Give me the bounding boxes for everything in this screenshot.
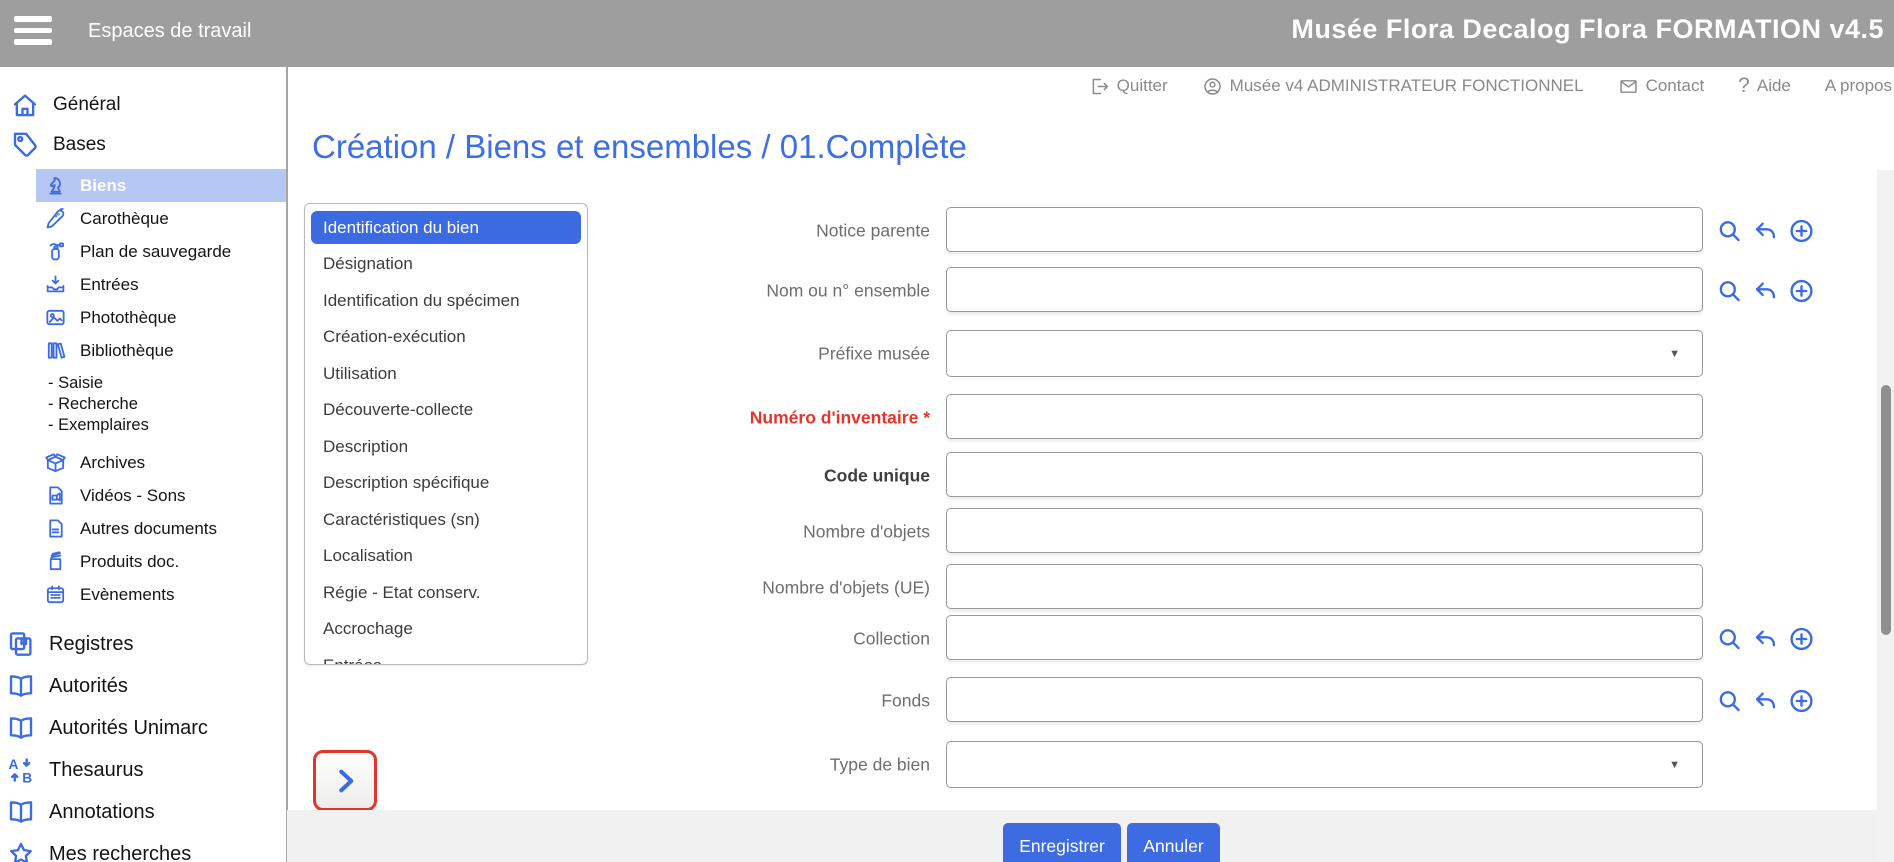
form-row: Type de bien ▼ bbox=[0, 741, 1894, 788]
workspace-label[interactable]: Espaces de travail bbox=[88, 20, 251, 43]
nombre-objets-ue-input[interactable] bbox=[946, 564, 1703, 609]
app-title: Musée Flora Decalog Flora FORMATION v4.5 bbox=[1291, 14, 1884, 45]
add-circle-icon[interactable] bbox=[1788, 687, 1815, 714]
undo-icon[interactable] bbox=[1752, 217, 1779, 244]
prefixe-musee-select[interactable]: ▼ bbox=[946, 330, 1703, 377]
app-window: AB Espaces de travail Musée Flora Decalo… bbox=[0, 0, 1894, 862]
page-title: Création / Biens et ensembles / 01.Compl… bbox=[312, 128, 967, 166]
form-row: Fonds bbox=[0, 677, 1894, 724]
code-unique-input[interactable] bbox=[946, 452, 1703, 497]
sidebar-item-mes-recherches[interactable]: Mes recherches bbox=[0, 833, 286, 862]
field-label: Notice parente bbox=[816, 220, 930, 241]
field-label: Type de bien bbox=[830, 754, 930, 775]
field-actions bbox=[1716, 217, 1815, 244]
undo-icon[interactable] bbox=[1752, 687, 1779, 714]
tag-icon bbox=[10, 130, 40, 160]
add-circle-icon[interactable] bbox=[1788, 625, 1815, 652]
type-de-bien-select[interactable]: ▼ bbox=[946, 741, 1703, 788]
sidebar-item-annotations[interactable]: Annotations bbox=[0, 791, 286, 833]
contact-link[interactable]: Contact bbox=[1618, 76, 1705, 97]
exit-icon bbox=[1089, 76, 1110, 97]
search-icon[interactable] bbox=[1716, 277, 1743, 304]
field-label: Collection bbox=[853, 628, 930, 649]
sidebar-item-bases[interactable]: Bases bbox=[0, 125, 286, 165]
star-icon bbox=[6, 839, 36, 862]
sidebar-item-general[interactable]: Général bbox=[0, 85, 286, 125]
field-actions bbox=[1716, 687, 1815, 714]
required-mark: * bbox=[923, 407, 930, 427]
user-icon bbox=[1202, 76, 1223, 97]
mail-icon bbox=[1618, 76, 1639, 97]
nombre-objets-input[interactable] bbox=[946, 508, 1703, 553]
undo-icon[interactable] bbox=[1752, 625, 1779, 652]
form-row: Nombre d'objets (UE) bbox=[0, 564, 1894, 611]
user-account[interactable]: Musée v4 ADMINISTRATEUR FONCTIONNEL bbox=[1202, 76, 1584, 97]
quit-link[interactable]: Quitter bbox=[1089, 76, 1168, 97]
sidebar-item-biens[interactable]: Biens bbox=[36, 169, 286, 202]
cancel-button[interactable]: Annuler bbox=[1127, 823, 1220, 862]
search-icon[interactable] bbox=[1716, 687, 1743, 714]
search-icon[interactable] bbox=[1716, 217, 1743, 244]
form-row: Nom ou n° ensemble bbox=[0, 267, 1894, 314]
menu-icon[interactable] bbox=[14, 16, 54, 48]
fonds-input[interactable] bbox=[946, 677, 1703, 722]
field-label: Préfixe musée bbox=[818, 343, 930, 364]
form-row: Code unique bbox=[0, 452, 1894, 499]
scrollbar-thumb[interactable] bbox=[1881, 385, 1891, 635]
form-row: Nombre d'objets bbox=[0, 508, 1894, 555]
field-label: Nombre d'objets (UE) bbox=[762, 577, 930, 598]
undo-icon[interactable] bbox=[1752, 277, 1779, 304]
save-button[interactable]: Enregistrer bbox=[1003, 823, 1121, 862]
form-row: Numéro d'inventaire * bbox=[0, 394, 1894, 441]
chevron-down-icon: ▼ bbox=[1669, 348, 1680, 360]
add-circle-icon[interactable] bbox=[1788, 277, 1815, 304]
field-label: Code unique bbox=[824, 465, 930, 486]
form-row: Préfixe musée ▼ bbox=[0, 330, 1894, 377]
field-label: Nombre d'objets bbox=[803, 521, 930, 542]
collection-input[interactable] bbox=[946, 615, 1703, 660]
search-icon[interactable] bbox=[1716, 625, 1743, 652]
about-link[interactable]: A propos bbox=[1825, 76, 1892, 96]
nom-ensemble-input[interactable] bbox=[946, 267, 1703, 312]
add-circle-icon[interactable] bbox=[1788, 217, 1815, 244]
open-book-icon bbox=[6, 797, 36, 827]
chevron-down-icon: ▼ bbox=[1669, 759, 1680, 771]
question-icon: ? bbox=[1738, 74, 1750, 98]
notice-parente-input[interactable] bbox=[946, 207, 1703, 252]
help-link[interactable]: ?Aide bbox=[1738, 74, 1791, 98]
field-actions bbox=[1716, 277, 1815, 304]
utility-bar: Quitter Musée v4 ADMINISTRATEUR FONCTION… bbox=[1089, 67, 1892, 105]
numero-inventaire-input[interactable] bbox=[946, 394, 1703, 439]
top-bar: Espaces de travail Musée Flora Decalog F… bbox=[0, 0, 1894, 67]
field-label: Fonds bbox=[881, 690, 930, 711]
scrollbar-track[interactable] bbox=[1877, 170, 1894, 862]
field-label: Nom ou n° ensemble bbox=[766, 280, 930, 301]
field-label-required: Numéro d'inventaire * bbox=[750, 407, 930, 428]
form-row: Collection bbox=[0, 615, 1894, 662]
field-actions bbox=[1716, 625, 1815, 652]
home-icon bbox=[10, 90, 40, 120]
chess-knight-icon bbox=[44, 174, 67, 197]
form-row: Notice parente bbox=[0, 207, 1894, 254]
